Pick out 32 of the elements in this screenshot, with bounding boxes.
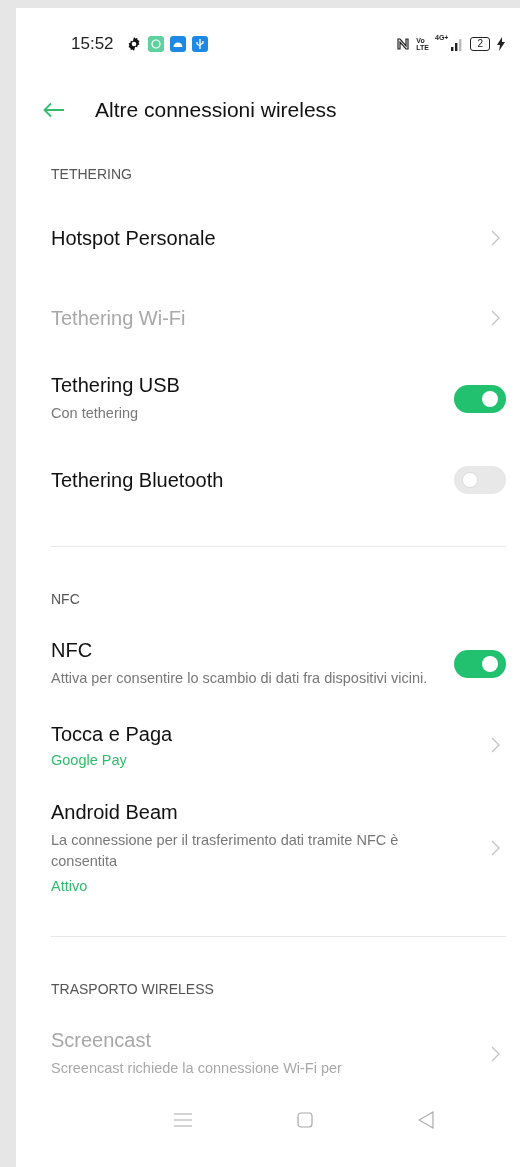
back-nav-icon[interactable] — [417, 1111, 434, 1130]
usb-icon — [191, 36, 208, 52]
section-header: NFC — [51, 591, 81, 607]
setting-status: Attivo — [51, 878, 89, 895]
page-title: Altre connessioni wireless — [95, 98, 337, 122]
toggle-switch[interactable] — [454, 466, 506, 494]
setting-title[interactable]: Tethering USB — [51, 374, 434, 397]
toggle-switch[interactable] — [454, 650, 506, 678]
setting-description: Con tethering — [51, 404, 140, 423]
setting-title[interactable]: Android Beam — [51, 801, 441, 825]
app-notification-icon — [147, 36, 164, 52]
home-icon[interactable] — [296, 1112, 313, 1129]
nfc-icon — [396, 36, 411, 52]
section-header: TRASPORTO WIRELESS — [51, 981, 215, 998]
battery-icon: 2 — [470, 37, 490, 51]
setting-status: Google Pay — [51, 751, 128, 768]
back-icon[interactable] — [43, 102, 65, 118]
setting-title[interactable]: Tocca e Paga — [51, 722, 441, 746]
setting-title[interactable]: Tethering Bluetooth — [51, 468, 434, 492]
menu-icon[interactable] — [173, 1113, 192, 1128]
setting-title[interactable]: Hotspot Personale — [51, 226, 441, 250]
chevron-right-icon[interactable] — [491, 737, 500, 754]
setting-title[interactable]: NFC — [51, 639, 434, 662]
setting-description: La connessione per il trasferimento dati tramite NFC è consentita — [51, 831, 400, 872]
setting-description: Attiva per consentire lo scambio di dati fra dispositivi vicini. — [51, 669, 429, 688]
chevron-right-icon[interactable] — [491, 230, 500, 246]
section-header: TETHERING — [51, 166, 133, 182]
charging-icon — [496, 36, 506, 52]
setting-description: Screencast richiede la connessione Wi-Fi per — [51, 1059, 343, 1079]
status-time: 15:52 — [71, 34, 114, 54]
chevron-right-icon[interactable] — [491, 839, 500, 856]
toggle-switch[interactable] — [454, 385, 506, 413]
